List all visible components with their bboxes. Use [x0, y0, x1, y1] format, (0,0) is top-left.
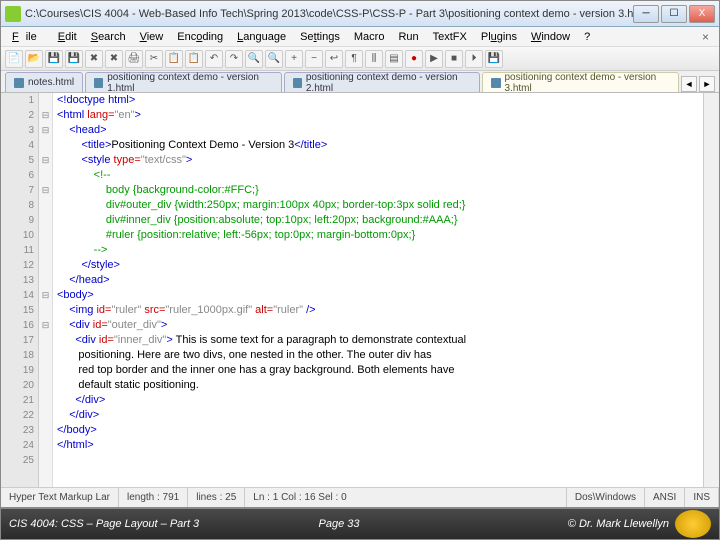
- tab-version1[interactable]: positioning context demo - version 1.htm…: [85, 72, 282, 92]
- menu-file[interactable]: File: [5, 29, 51, 45]
- tabbar: notes.html positioning context demo - ve…: [1, 71, 719, 93]
- indent-guide-icon[interactable]: ⫼: [365, 50, 383, 68]
- new-file-icon[interactable]: 📄: [5, 50, 23, 68]
- tab-next-icon[interactable]: ►: [699, 76, 715, 92]
- fold-toggle-icon[interactable]: ⊟: [39, 153, 52, 168]
- undo-icon[interactable]: ↶: [205, 50, 223, 68]
- footer-author: © Dr. Mark Llewellyn: [449, 518, 669, 530]
- paste-icon[interactable]: 📋: [185, 50, 203, 68]
- titlebar-text: C:\Courses\CIS 4004 - Web-Based Info Tec…: [25, 8, 633, 20]
- zoom-in-icon[interactable]: +: [285, 50, 303, 68]
- show-chars-icon[interactable]: ¶: [345, 50, 363, 68]
- titlebar[interactable]: C:\Courses\CIS 4004 - Web-Based Info Tec…: [1, 1, 719, 27]
- statusbar: Hyper Text Markup Lar length : 791 lines…: [1, 487, 719, 507]
- fold-toggle-icon[interactable]: ⊟: [39, 183, 52, 198]
- close-file-icon[interactable]: ✖: [85, 50, 103, 68]
- status-cursor: Ln : 1 Col : 16 Sel : 0: [245, 488, 567, 507]
- status-encoding: ANSI: [645, 488, 685, 507]
- menu-textfx[interactable]: TextFX: [426, 29, 474, 45]
- print-icon[interactable]: 🖨: [125, 50, 143, 68]
- close-button[interactable]: X: [689, 5, 715, 23]
- replace-icon[interactable]: 🔍: [265, 50, 283, 68]
- menu-plugins[interactable]: Plugins: [474, 29, 524, 45]
- playback-icon[interactable]: ⏵: [465, 50, 483, 68]
- menu-search[interactable]: Search: [84, 29, 133, 45]
- menu-help[interactable]: ?: [577, 29, 597, 45]
- menu-edit[interactable]: Edit: [51, 29, 84, 45]
- tab-prev-icon[interactable]: ◄: [681, 76, 697, 92]
- close-all-icon[interactable]: ✖: [105, 50, 123, 68]
- play-macro-icon[interactable]: ▶: [425, 50, 443, 68]
- footer-course: CIS 4004: CSS – Page Layout – Part 3: [9, 518, 229, 530]
- maximize-button[interactable]: ☐: [661, 5, 687, 23]
- record-macro-icon[interactable]: ●: [405, 50, 423, 68]
- menu-encoding[interactable]: Encoding: [170, 29, 230, 45]
- file-icon: [491, 78, 500, 88]
- fold-gutter: ⊟⊟⊟⊟⊟⊟: [39, 93, 53, 487]
- file-icon: [94, 78, 103, 88]
- find-icon[interactable]: 🔍: [245, 50, 263, 68]
- tab-version3[interactable]: positioning context demo - version 3.htm…: [482, 72, 679, 92]
- toolbar: 📄 📂 💾 💾 ✖ ✖ 🖨 ✂ 📋 📋 ↶ ↷ 🔍 🔍 + − ↩ ¶ ⫼ ▤ …: [1, 47, 719, 71]
- vertical-scrollbar[interactable]: [703, 93, 719, 487]
- file-icon: [293, 78, 302, 88]
- tab-version2[interactable]: positioning context demo - version 2.htm…: [284, 72, 481, 92]
- redo-icon[interactable]: ↷: [225, 50, 243, 68]
- tab-nav: ◄ ►: [681, 76, 715, 92]
- status-length: length : 791: [119, 488, 188, 507]
- menu-macro[interactable]: Macro: [347, 29, 392, 45]
- footer-page: Page 33: [229, 518, 449, 530]
- stop-macro-icon[interactable]: ■: [445, 50, 463, 68]
- fold-toggle-icon[interactable]: ⊟: [39, 318, 52, 333]
- app-window: C:\Courses\CIS 4004 - Web-Based Info Tec…: [0, 0, 720, 540]
- menu-language[interactable]: Language: [230, 29, 293, 45]
- file-icon: [14, 78, 24, 88]
- save-icon[interactable]: 💾: [45, 50, 63, 68]
- cut-icon[interactable]: ✂: [145, 50, 163, 68]
- editor-area: 1234567891011121314151617181920212223242…: [1, 93, 719, 487]
- status-language: Hyper Text Markup Lar: [1, 488, 119, 507]
- fold-toggle-icon[interactable]: ⊟: [39, 288, 52, 303]
- wrap-icon[interactable]: ↩: [325, 50, 343, 68]
- line-gutter: 1234567891011121314151617181920212223242…: [1, 93, 39, 487]
- status-lines: lines : 25: [188, 488, 245, 507]
- menu-window[interactable]: Window: [524, 29, 577, 45]
- code-editor[interactable]: <!doctype html> <html lang="en"> <head> …: [53, 93, 703, 487]
- menu-run[interactable]: Run: [391, 29, 425, 45]
- save-all-icon[interactable]: 💾: [65, 50, 83, 68]
- window-controls: ─ ☐ X: [633, 5, 715, 23]
- slide-footer: CIS 4004: CSS – Page Layout – Part 3 Pag…: [1, 507, 719, 539]
- menu-settings[interactable]: Settings: [293, 29, 347, 45]
- zoom-out-icon[interactable]: −: [305, 50, 323, 68]
- menubar: File Edit Search View Encoding Language …: [1, 27, 719, 47]
- status-insert-mode: INS: [685, 488, 719, 507]
- fold-toggle-icon[interactable]: ⊟: [39, 123, 52, 138]
- open-file-icon[interactable]: 📂: [25, 50, 43, 68]
- menu-view[interactable]: View: [133, 29, 171, 45]
- fold-toggle-icon[interactable]: ⊟: [39, 108, 52, 123]
- ucf-logo-icon: [675, 510, 711, 538]
- menubar-close-icon[interactable]: ×: [696, 30, 715, 44]
- minimize-button[interactable]: ─: [633, 5, 659, 23]
- save-macro-icon[interactable]: 💾: [485, 50, 503, 68]
- app-icon: [5, 6, 21, 22]
- status-eol: Dos\Windows: [567, 488, 645, 507]
- tab-notes[interactable]: notes.html: [5, 72, 83, 92]
- fold-icon[interactable]: ▤: [385, 50, 403, 68]
- copy-icon[interactable]: 📋: [165, 50, 183, 68]
